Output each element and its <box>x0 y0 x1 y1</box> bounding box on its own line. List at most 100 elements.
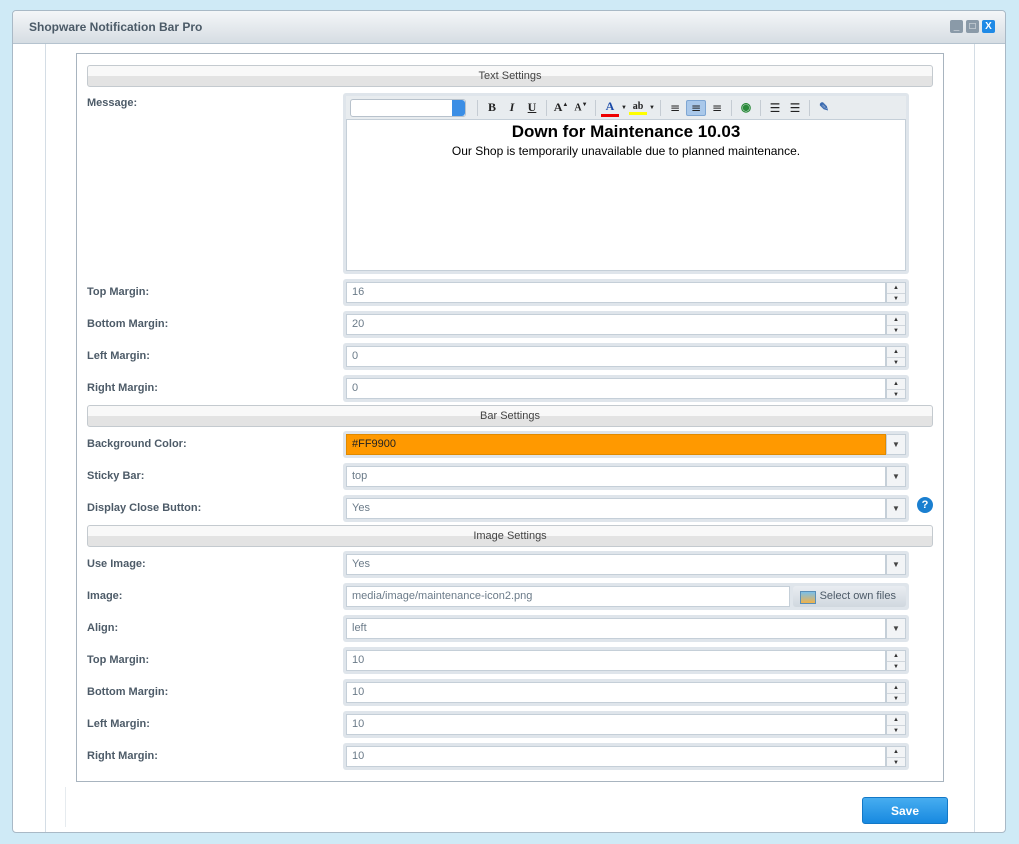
display-close-button-value[interactable]: Yes <box>346 498 886 519</box>
spinner[interactable]: ▲ ▼ <box>886 378 906 399</box>
background-color-input[interactable]: #FF9900 <box>346 434 886 455</box>
image-field: media/image/maintenance-icon2.png Select… <box>343 583 909 610</box>
sticky-bar-label: Sticky Bar: <box>87 470 145 482</box>
align-value[interactable]: left <box>346 618 886 639</box>
spin-up-icon[interactable]: ▲ <box>887 283 905 294</box>
display-close-button-label: Display Close Button: <box>87 502 202 514</box>
editor-toolbar: B I U A▲ A▼ A ▼ ab ▼ ≡ ≡ ≡ ◉ ☰ ☰ ✎ <box>346 96 906 119</box>
source-edit-icon[interactable]: ✎ <box>815 100 833 115</box>
margin-input[interactable]: 10 <box>346 746 886 767</box>
section-image-settings: Image Settings <box>87 525 933 547</box>
spinner[interactable]: ▲ ▼ <box>886 682 906 703</box>
help-icon[interactable]: ? <box>917 497 933 513</box>
divider <box>65 787 67 827</box>
spinner[interactable]: ▲ ▼ <box>886 282 906 303</box>
spinner[interactable]: ▲ ▼ <box>886 346 906 367</box>
ordered-list-icon[interactable]: ☰ <box>766 101 784 115</box>
use-image-label: Use Image: <box>87 558 146 570</box>
align-right-icon[interactable]: ≡ <box>708 101 726 115</box>
spin-down-icon[interactable]: ▼ <box>887 662 905 672</box>
chevron-down-icon[interactable]: ▼ <box>886 554 906 575</box>
chevron-updown-icon <box>452 99 465 116</box>
chevron-down-icon[interactable]: ▼ <box>886 498 906 519</box>
spin-up-icon[interactable]: ▲ <box>887 651 905 662</box>
spin-up-icon[interactable]: ▲ <box>887 715 905 726</box>
spin-up-icon[interactable]: ▲ <box>887 379 905 390</box>
spin-down-icon[interactable]: ▼ <box>887 390 905 400</box>
italic-icon[interactable]: I <box>503 100 521 115</box>
spin-up-icon[interactable]: ▲ <box>887 747 905 758</box>
margin-field: 10 ▲ ▼ <box>343 647 909 674</box>
image-path-input[interactable]: media/image/maintenance-icon2.png <box>346 586 790 607</box>
use-image-value[interactable]: Yes <box>346 554 886 575</box>
close-icon[interactable]: X <box>982 20 995 33</box>
margin-input[interactable]: 10 <box>346 714 886 735</box>
margin-field: 0 ▲ ▼ <box>343 343 909 370</box>
chevron-down-icon[interactable]: ▼ <box>886 434 906 455</box>
align-select[interactable]: left ▼ <box>343 615 909 642</box>
image-icon <box>800 591 816 604</box>
select-own-files-button[interactable]: Select own files <box>793 586 906 607</box>
image-label: Image: <box>87 590 123 602</box>
spin-up-icon[interactable]: ▲ <box>887 683 905 694</box>
message-heading: Down for Maintenance 10.03 <box>511 122 741 141</box>
margin-label: Left Margin: <box>87 350 150 362</box>
spin-down-icon[interactable]: ▼ <box>887 694 905 704</box>
spinner[interactable]: ▲ ▼ <box>886 714 906 735</box>
margin-input[interactable]: 10 <box>346 682 886 703</box>
message-body: Our Shop is temporarily unavailable due … <box>451 144 801 158</box>
display-close-button-select[interactable]: Yes ▼ <box>343 495 909 522</box>
margin-label: Left Margin: <box>87 718 150 730</box>
margin-field: 0 ▲ ▼ <box>343 375 909 402</box>
margin-label: Right Margin: <box>87 750 158 762</box>
select-own-files-label: Select own files <box>819 590 896 602</box>
margin-input[interactable]: 16 <box>346 282 886 303</box>
margin-label: Right Margin: <box>87 382 158 394</box>
font-select[interactable] <box>350 98 466 117</box>
minimize-icon[interactable]: _ <box>950 20 963 33</box>
highlight-icon[interactable]: ab <box>629 101 647 115</box>
spin-down-icon[interactable]: ▼ <box>887 726 905 736</box>
underline-icon[interactable]: U <box>523 100 541 115</box>
margin-input[interactable]: 20 <box>346 314 886 335</box>
link-icon[interactable]: ◉ <box>737 100 755 115</box>
editor-content[interactable]: Down for Maintenance 10.03 Our Shop is t… <box>346 119 906 271</box>
margin-label: Bottom Margin: <box>87 318 169 330</box>
spinner[interactable]: ▲ ▼ <box>886 650 906 671</box>
spin-down-icon[interactable]: ▼ <box>887 326 905 336</box>
sticky-bar-value[interactable]: top <box>346 466 886 487</box>
title-bar[interactable]: Shopware Notification Bar Pro _ □ X <box>13 11 1005 44</box>
use-image-select[interactable]: Yes ▼ <box>343 551 909 578</box>
font-color-icon[interactable]: A <box>601 99 619 117</box>
save-button[interactable]: Save <box>862 797 948 824</box>
spin-down-icon[interactable]: ▼ <box>887 294 905 304</box>
margin-input[interactable]: 10 <box>346 650 886 671</box>
spin-up-icon[interactable]: ▲ <box>887 315 905 326</box>
sticky-bar-select[interactable]: top ▼ <box>343 463 909 490</box>
chevron-down-icon[interactable]: ▼ <box>886 466 906 487</box>
spinner[interactable]: ▲ ▼ <box>886 314 906 335</box>
margin-field: 10 ▲ ▼ <box>343 679 909 706</box>
section-bar-settings: Bar Settings <box>87 405 933 427</box>
spin-down-icon[interactable]: ▼ <box>887 358 905 368</box>
spin-down-icon[interactable]: ▼ <box>887 758 905 768</box>
window-title: Shopware Notification Bar Pro <box>29 20 203 34</box>
margin-input[interactable]: 0 <box>346 346 886 367</box>
align-left-icon[interactable]: ≡ <box>666 101 684 115</box>
unordered-list-icon[interactable]: ☰ <box>786 101 804 115</box>
margin-input[interactable]: 0 <box>346 378 886 399</box>
spin-up-icon[interactable]: ▲ <box>887 347 905 358</box>
maximize-icon[interactable]: □ <box>966 20 979 33</box>
divider <box>974 44 975 832</box>
margin-field: 10 ▲ ▼ <box>343 743 909 770</box>
chevron-down-icon[interactable]: ▼ <box>886 618 906 639</box>
background-color-field[interactable]: #FF9900 ▼ <box>343 431 909 458</box>
bold-icon[interactable]: B <box>483 100 501 115</box>
shrink-font-icon[interactable]: A▼ <box>572 102 590 113</box>
margin-label: Top Margin: <box>87 286 150 298</box>
align-center-icon[interactable]: ≡ <box>686 99 706 116</box>
window: Shopware Notification Bar Pro _ □ X Text… <box>12 10 1006 833</box>
grow-font-icon[interactable]: A▲ <box>552 100 570 115</box>
spinner[interactable]: ▲ ▼ <box>886 746 906 767</box>
message-editor[interactable]: B I U A▲ A▼ A ▼ ab ▼ ≡ ≡ ≡ ◉ ☰ ☰ ✎ Down fo… <box>343 93 909 274</box>
